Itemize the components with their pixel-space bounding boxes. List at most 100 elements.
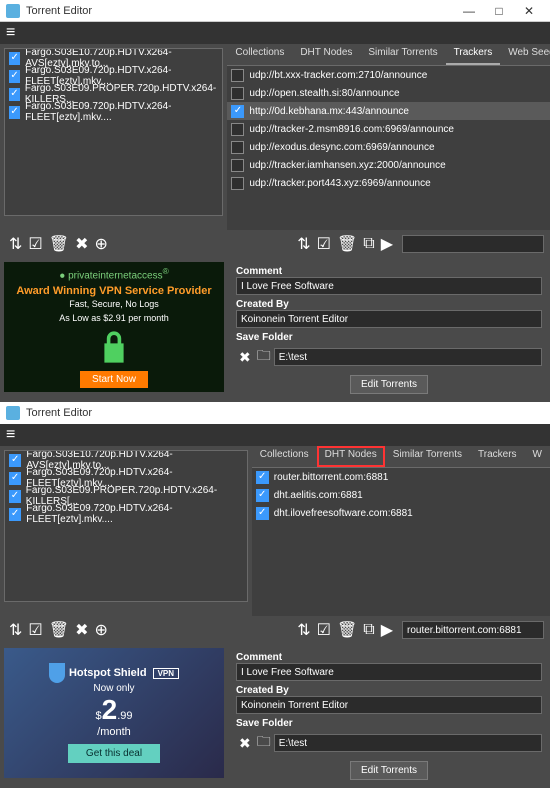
checkbox-icon[interactable] [231,69,244,82]
trash-icon[interactable]: 🗑 [337,620,357,640]
dht-url: dht.aelitis.com:6881 [274,490,363,501]
trash-icon[interactable]: 🗑 [49,620,69,640]
tracker-row[interactable]: udp://bt.xxx-tracker.com:2710/announce [227,66,550,84]
edit-torrents-button[interactable]: Edit Torrents [350,761,428,780]
hamburger-icon[interactable]: ≡ [6,24,15,42]
tab-collections[interactable]: Collections [252,446,317,467]
comment-input[interactable] [236,663,542,681]
createdby-label: Created By [236,685,542,696]
savefolder-input[interactable] [274,734,542,752]
checkbox-icon[interactable]: ✓ [256,471,269,484]
checkbox-icon[interactable]: ✓ [9,490,21,503]
tab-web-seeds[interactable]: Web Seeds [500,44,550,65]
savefolder-input[interactable] [274,348,542,366]
tracker-row[interactable]: udp://tracker.port443.xyz:6969/announce [227,174,550,192]
checkbox-icon[interactable]: ✓ [9,454,21,467]
remove-icon[interactable]: ✖ [75,234,88,254]
ad-hotspot[interactable]: Hotspot Shield VPN Now only $2.99 /month… [4,648,224,778]
checkbox-icon[interactable]: ✓ [9,70,20,83]
bottom-area: Hotspot Shield VPN Now only $2.99 /month… [0,644,550,788]
check-all-icon[interactable]: ☑ [317,234,331,254]
check-all-icon[interactable]: ☑ [28,620,42,640]
app-icon [6,406,20,420]
maximize-button[interactable]: □ [484,4,514,18]
comment-input[interactable] [236,277,542,295]
check-all-icon[interactable]: ☑ [28,234,42,254]
checkbox-icon[interactable] [231,87,244,100]
tracker-row[interactable]: udp://exodus.desync.com:6969/announce [227,138,550,156]
tabs: Collections DHT Nodes Similar Torrents T… [252,446,550,468]
checkbox-icon[interactable] [231,123,244,136]
checkbox-icon[interactable] [231,177,244,190]
checkbox-icon[interactable] [231,159,244,172]
tab-similar-torrents[interactable]: Similar Torrents [385,446,470,467]
tracker-row[interactable]: udp://tracker.iamhansen.xyz:2000/announc… [227,156,550,174]
sort-icon[interactable]: ⇅ [297,234,310,254]
tab-collections[interactable]: Collections [227,44,292,65]
file-row[interactable]: ✓Fargo.S03E09.720p.HDTV.x264-FLEET[eztv]… [5,103,222,121]
checkbox-icon[interactable]: ✓ [256,507,269,520]
checkbox-icon[interactable] [231,141,244,154]
clear-folder-icon[interactable]: ✖ [239,735,251,752]
menubar: ≡ [0,22,550,44]
trash-icon[interactable]: 🗑 [337,234,357,254]
sort-icon[interactable]: ⇅ [9,620,22,640]
file-pane: ✓Fargo.S03E10.720p.HDTV.x264-AVS[eztv].m… [0,446,252,616]
tab-similar-torrents[interactable]: Similar Torrents [360,44,445,65]
tracker-row[interactable]: udp://tracker-2.msm8916.com:6969/announc… [227,120,550,138]
dht-row[interactable]: ✓dht.ilovefreesoftware.com:6881 [252,504,550,522]
checkbox-icon[interactable]: ✓ [256,489,269,502]
close-button[interactable]: ✕ [514,4,544,18]
tab-trackers[interactable]: Trackers [470,446,525,467]
checkbox-icon[interactable]: ✓ [9,508,21,521]
createdby-input[interactable] [236,310,542,328]
ad-cta-button[interactable]: Start Now [80,371,148,388]
checkbox-icon[interactable]: ✓ [9,106,20,119]
copy-icon[interactable]: ⧉ [363,235,374,253]
main-area: ✓Fargo.S03E10.720p.HDTV.x264-AVS[eztv].m… [0,446,550,616]
edit-torrents-button[interactable]: Edit Torrents [350,375,428,394]
ad-pia[interactable]: ● privateinternetaccess® Award Winning V… [4,262,224,392]
createdby-label: Created By [236,299,542,310]
play-icon[interactable]: ▶ [381,620,393,640]
minimize-button[interactable]: — [454,4,484,18]
checkbox-icon[interactable]: ✓ [9,88,20,101]
add-icon[interactable]: ⊕ [94,620,107,640]
copy-icon[interactable]: ⧉ [363,621,374,639]
checkbox-icon[interactable]: ✓ [231,105,244,118]
remove-icon[interactable]: ✖ [75,620,88,640]
tab-trackers[interactable]: Trackers [446,44,501,65]
pia-logo-text: ● [59,270,65,281]
add-icon[interactable]: ⊕ [94,234,107,254]
sort-icon[interactable]: ⇅ [297,620,310,640]
checkbox-icon[interactable]: ✓ [9,472,21,485]
sort-icon[interactable]: ⇅ [9,234,22,254]
tab-web-seeds[interactable]: W [525,446,550,467]
window-trackers: Torrent Editor — □ ✕ ≡ ✓Fargo.S03E10.720… [0,0,550,402]
play-icon[interactable]: ▶ [381,234,393,254]
tracker-row[interactable]: udp://open.stealth.si:80/announce [227,84,550,102]
tracker-row[interactable]: ✓ http://0d.kebhana.mx:443/announce [227,102,550,120]
tab-dht-nodes[interactable]: DHT Nodes [317,446,385,467]
tracker-input[interactable] [402,235,544,253]
clear-folder-icon[interactable]: ✖ [239,349,251,366]
tab-dht-nodes[interactable]: DHT Nodes [292,44,360,65]
tracker-url: http://0d.kebhana.mx:443/announce [249,106,409,117]
form-area: Comment Created By Save Folder ✖ 🗀 Edit … [228,644,550,788]
createdby-input[interactable] [236,696,542,714]
folder-icon[interactable]: 🗀 [257,345,271,369]
vpn-badge: VPN [153,668,179,679]
check-all-icon[interactable]: ☑ [317,620,331,640]
comment-label: Comment [236,652,542,663]
menubar: ≡ [0,424,550,446]
dht-row[interactable]: ✓ dht.aelitis.com:6881 [252,486,550,504]
file-pane: ✓Fargo.S03E10.720p.HDTV.x264-AVS[eztv].m… [0,44,227,230]
file-row[interactable]: ✓Fargo.S03E09.720p.HDTV.x264-FLEET[eztv]… [5,505,247,523]
checkbox-icon[interactable]: ✓ [9,52,20,65]
ad-cta-button[interactable]: Get this deal [68,744,160,763]
dht-input[interactable] [402,621,544,639]
trash-icon[interactable]: 🗑 [49,234,69,254]
hamburger-icon[interactable]: ≡ [6,426,15,444]
folder-icon[interactable]: 🗀 [257,731,271,755]
dht-row[interactable]: ✓router.bittorrent.com:6881 [252,468,550,486]
